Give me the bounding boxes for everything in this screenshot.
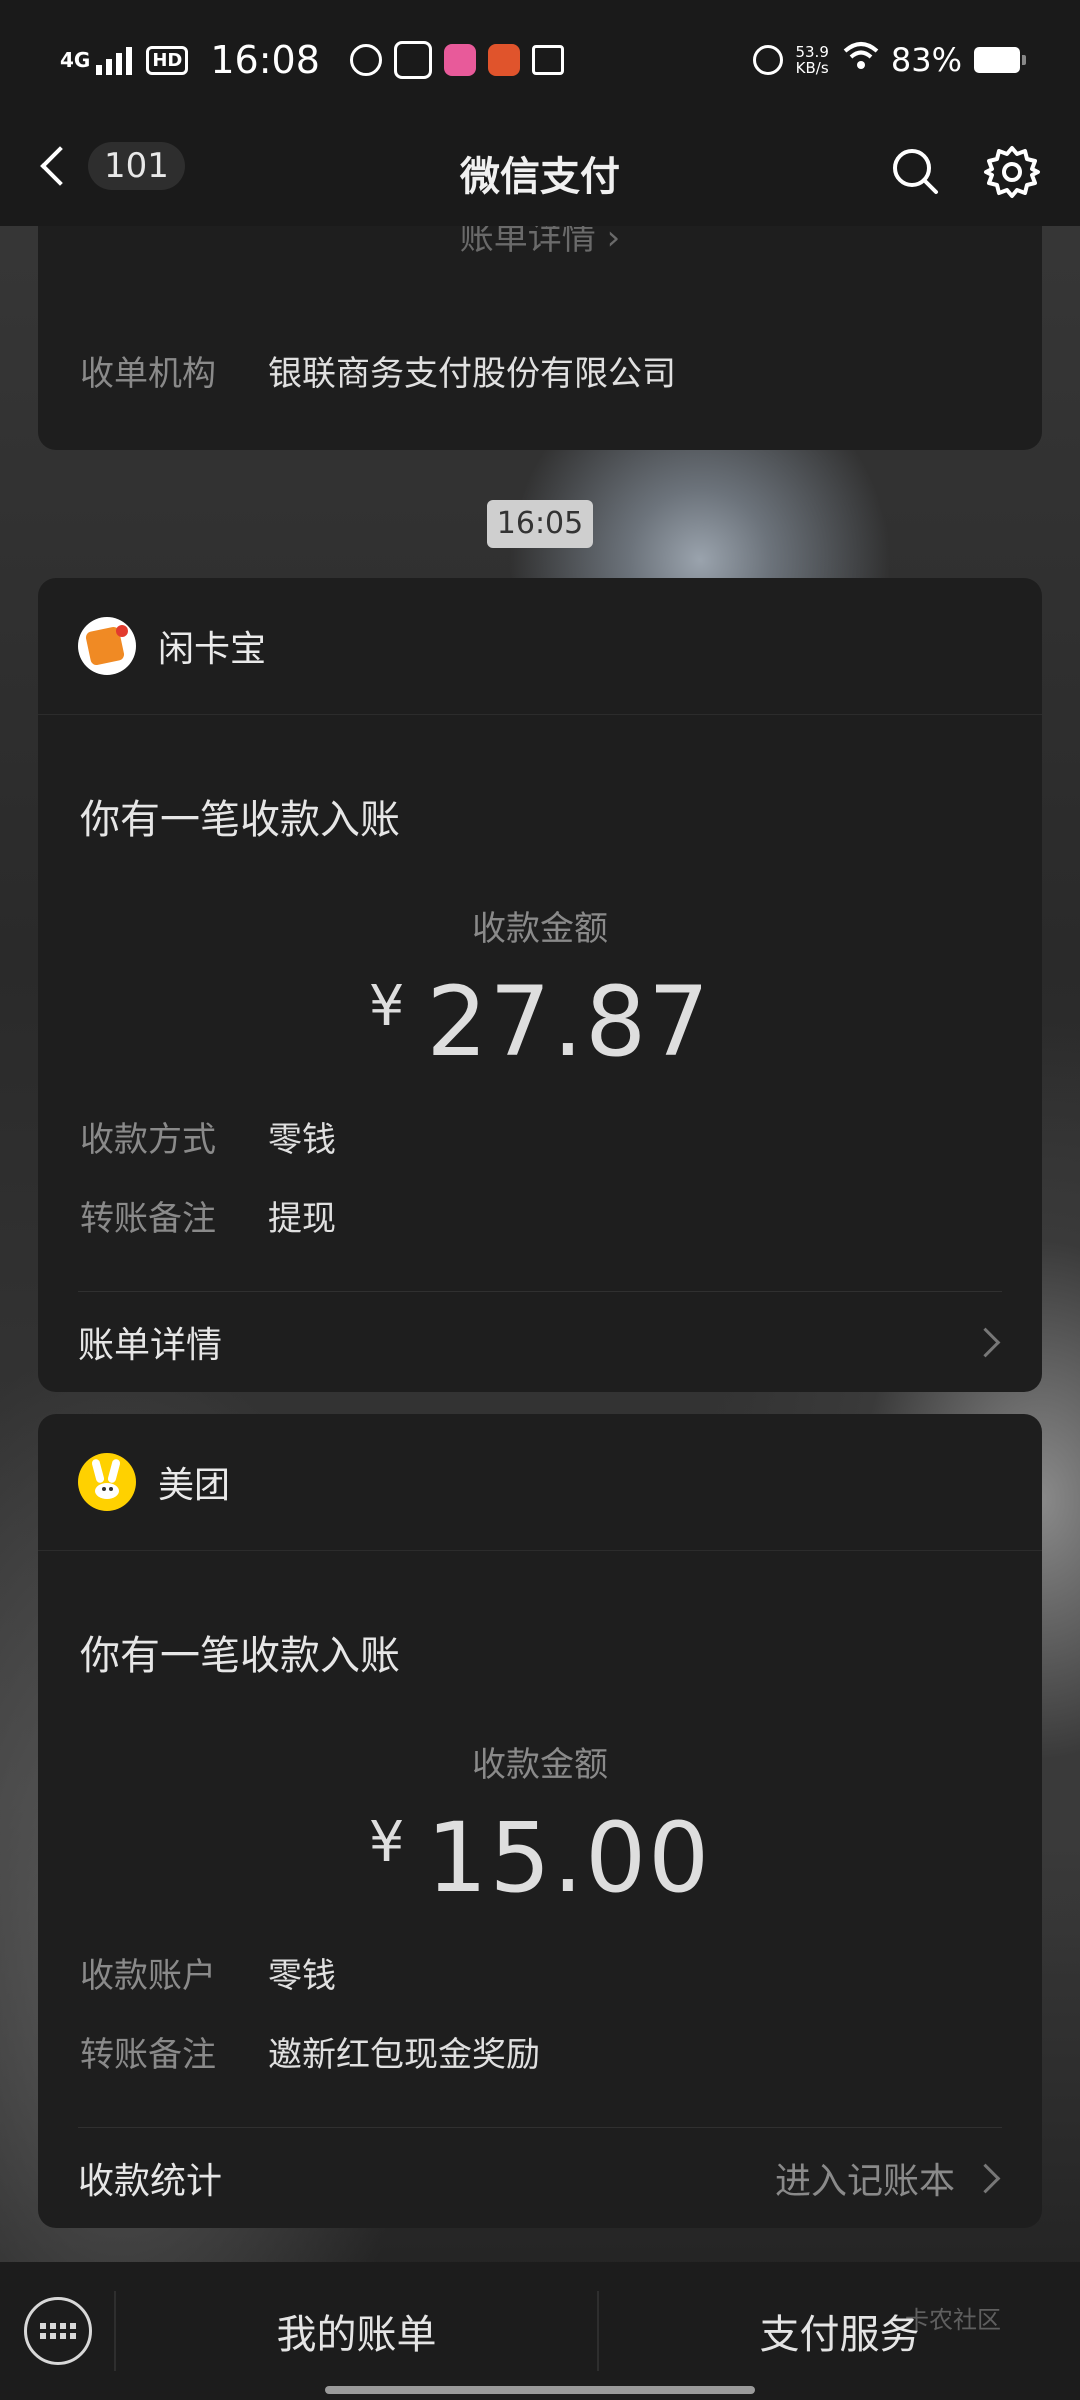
back-button[interactable]: 101 (38, 142, 185, 190)
amount: ¥27.87 (38, 966, 1042, 1078)
sender-name: 闲卡宝 (158, 629, 267, 670)
row-value: 银联商务支付股份有限公司 (268, 354, 676, 394)
back-icon (40, 146, 80, 186)
currency-symbol: ¥ (368, 974, 407, 1039)
acquirer-row: 收单机构 银联商务支付股份有限公司 (80, 346, 676, 395)
settings-icon[interactable] (982, 142, 1042, 202)
row-label: 收款方式 (80, 1120, 216, 1160)
status-bar: 4G HD 16:08 53.9 KB/s 83% (0, 0, 1080, 120)
row-value: 零钱 (268, 1956, 336, 1996)
receipt-stats-link[interactable]: 收款统计 进入记账本 (78, 2127, 1002, 2228)
chevron-right-icon (970, 1327, 1001, 1357)
card-title: 你有一笔收款入账 (80, 797, 400, 843)
sender-name: 美团 (158, 1465, 231, 1506)
hd-icon: HD (146, 45, 189, 75)
row-value: 邀新红包现金奖励 (268, 2035, 540, 2075)
amount-value: 15.00 (426, 1802, 712, 1914)
currency-symbol: ¥ (368, 1810, 407, 1875)
detail-row: 转账备注 提现 (80, 1191, 1042, 1240)
chevron-right-icon (970, 2163, 1001, 2193)
nav-overlay: 101 微信支付 (0, 120, 1080, 226)
amount-label: 收款金额 (472, 1745, 608, 1785)
alarm-icon (753, 45, 784, 75)
menu-payment-services[interactable]: 支付服务 (599, 2302, 1080, 2360)
row-label: 收款账户 (80, 1956, 216, 1996)
battery-icon (974, 47, 1026, 73)
amount-value: 27.87 (426, 966, 712, 1078)
payment-card[interactable]: 美团 你有一笔收款入账 收款金额 ¥15.00 收款账户 零钱 转账备注 邀新红… (38, 1414, 1042, 2228)
app-notification-icon (487, 44, 520, 76)
bill-detail-link[interactable]: 账单详情 (78, 1291, 1002, 1392)
card-header[interactable]: 美团 (38, 1414, 1042, 1551)
battery-percent: 83% (890, 41, 962, 79)
message-time: 16:05 (487, 500, 593, 548)
amount: ¥15.00 (38, 1802, 1042, 1914)
xiankabao-logo-icon (78, 617, 136, 675)
row-value: 零钱 (268, 1120, 336, 1160)
app-notification-icon (349, 44, 382, 76)
keyboard-icon[interactable] (24, 2297, 92, 2365)
enter-ledger-link[interactable]: 进入记账本 (775, 2152, 1002, 2204)
menu-my-bills[interactable]: 我的账单 (116, 2302, 597, 2360)
row-value: 提现 (268, 1199, 336, 1239)
wifi-icon (843, 41, 879, 79)
app-notification-icon (393, 41, 432, 79)
signal-icon (96, 45, 133, 75)
footer-label: 收款统计 (78, 2161, 223, 2202)
unread-count-badge: 101 (88, 142, 185, 190)
net-speed: 53.9 KB/s (795, 43, 829, 77)
app-notification-icon (443, 44, 476, 76)
row-label: 收单机构 (80, 354, 216, 394)
card-header[interactable]: 闲卡宝 (38, 578, 1042, 715)
detail-row: 转账备注 邀新红包现金奖励 (80, 2027, 1042, 2076)
detail-row: 收款方式 零钱 (80, 1112, 1042, 1161)
watermark: 卡农社区 (905, 2306, 1001, 2334)
detail-row: 收款账户 零钱 (80, 1948, 1042, 1997)
status-time: 16:08 (210, 38, 320, 82)
home-indicator[interactable] (325, 2386, 755, 2394)
row-label: 转账备注 (80, 1199, 216, 1239)
card-title: 你有一笔收款入账 (80, 1633, 400, 1679)
book-icon (531, 45, 564, 75)
payment-card[interactable]: 闲卡宝 你有一笔收款入账 收款金额 ¥27.87 收款方式 零钱 转账备注 提现… (38, 578, 1042, 1392)
amount-label: 收款金额 (472, 909, 608, 949)
meituan-logo-icon (78, 1453, 136, 1511)
row-label: 转账备注 (80, 2035, 216, 2075)
search-icon[interactable] (886, 142, 946, 202)
network-type: 4G (60, 48, 91, 72)
footer-label: 账单详情 (78, 1325, 223, 1366)
